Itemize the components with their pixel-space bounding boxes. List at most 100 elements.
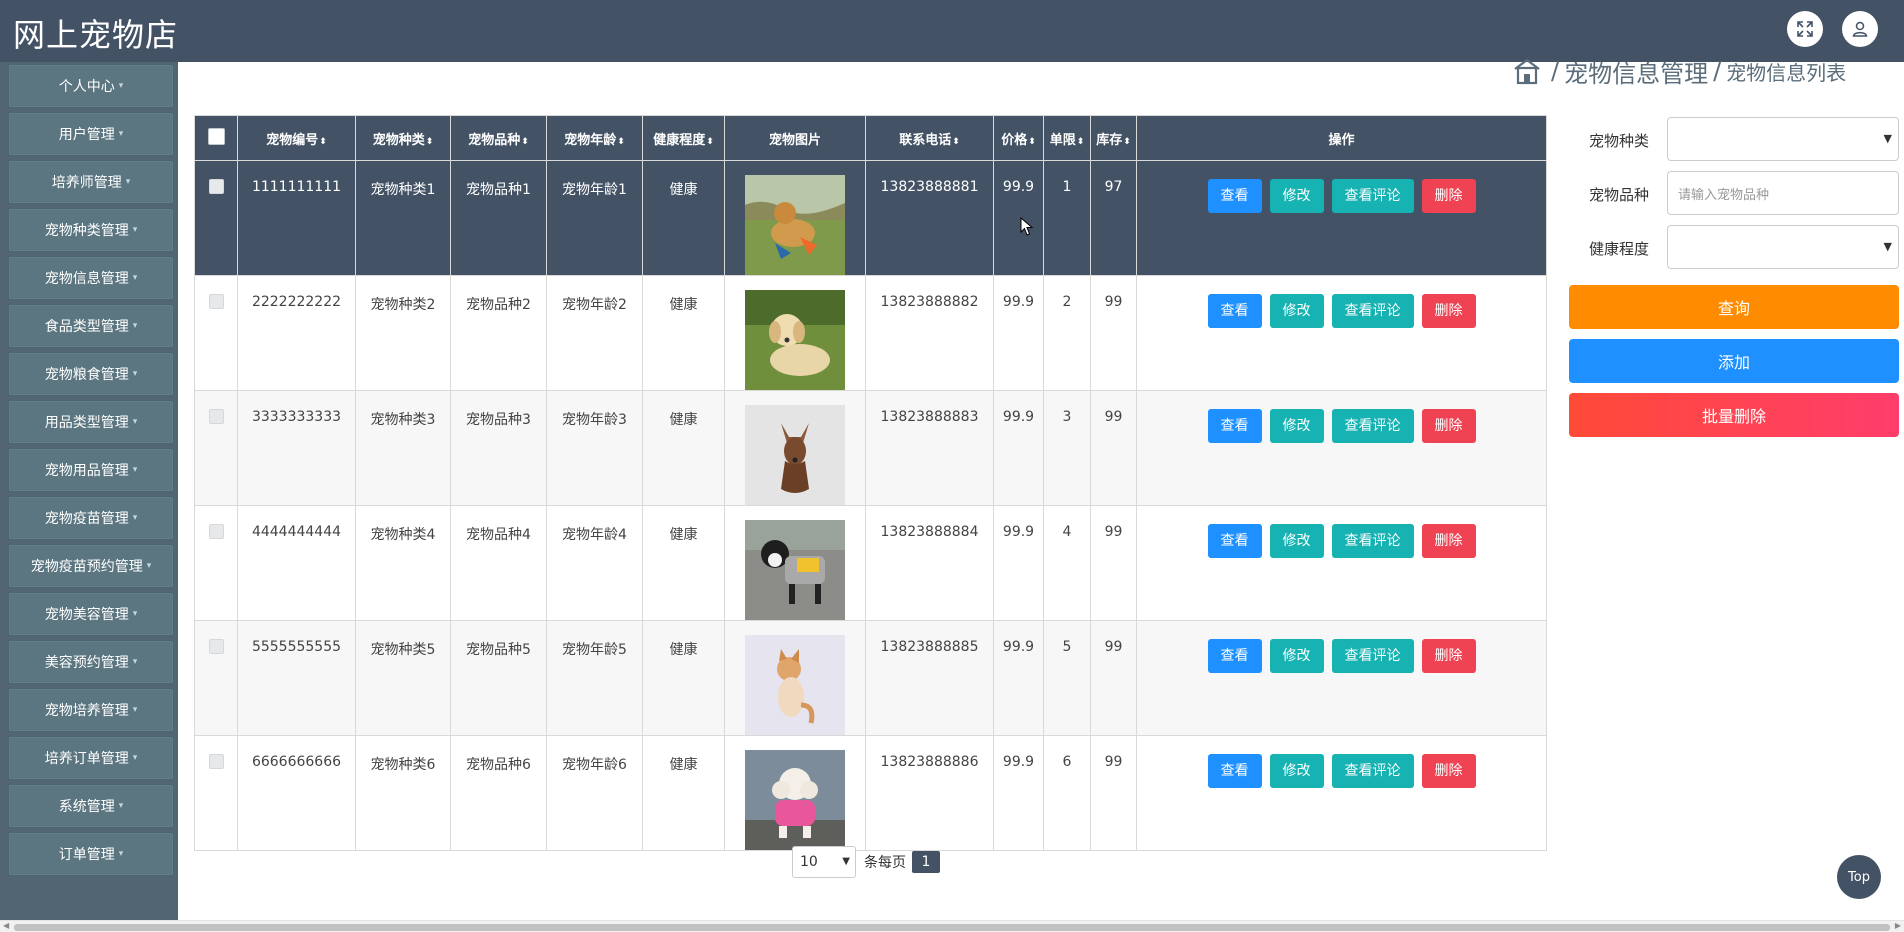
sidebar-item-users[interactable]: 用户管理 ▾	[8, 112, 174, 156]
view-button[interactable]: 查看	[1207, 409, 1262, 443]
cell-price: 99.9	[993, 390, 1044, 506]
header-kind[interactable]: 宠物种类⬍	[355, 115, 451, 161]
caret-down-icon: ▾	[118, 81, 124, 91]
sidebar: 个人中心 ▾ 用户管理 ▾ 培养师管理 ▾ 宠物种类管理 ▾ 宠物信息管理 ▾ 食品类型管…	[0, 62, 178, 920]
header-phone[interactable]: 联系电话⬍	[865, 115, 994, 161]
sidebar-item-training-orders[interactable]: 培养订单管理 ▾	[8, 736, 174, 780]
sidebar-item-system[interactable]: 系统管理 ▾	[8, 784, 174, 828]
view-button[interactable]: 查看	[1207, 294, 1262, 328]
header-id[interactable]: 宠物编号⬍	[237, 115, 356, 161]
delete-button[interactable]: 删除	[1421, 179, 1476, 213]
select-all-checkbox[interactable]	[207, 127, 225, 145]
breadcrumb-level1[interactable]: 宠物信息管理	[1564, 54, 1708, 89]
view-button[interactable]: 查看	[1207, 754, 1262, 788]
view-comments-button[interactable]: 查看评论	[1331, 524, 1414, 558]
view-comments-button[interactable]: 查看评论	[1331, 179, 1414, 213]
sidebar-item-orders[interactable]: 订单管理 ▾	[8, 832, 174, 876]
caret-down-icon: ▾	[146, 561, 152, 571]
edit-button[interactable]: 修改	[1269, 639, 1324, 673]
view-button[interactable]: 查看	[1207, 179, 1262, 213]
sidebar-item-personal-center[interactable]: 个人中心 ▾	[8, 64, 174, 108]
back-to-top-button[interactable]: Top	[1837, 855, 1881, 899]
header-limit[interactable]: 单限⬍	[1043, 115, 1091, 161]
header-price[interactable]: 价格⬍	[993, 115, 1044, 161]
view-comments-button[interactable]: 查看评论	[1331, 639, 1414, 673]
cell-age: 宠物年龄6	[546, 735, 643, 851]
table-row[interactable]: 1111111111 宠物种类1 宠物品种1 宠物年龄1 健康 13823888…	[194, 160, 1547, 276]
health-filter-select[interactable]: ▼	[1667, 225, 1899, 269]
sort-icon: ⬍	[1123, 136, 1131, 147]
sidebar-item-grooming[interactable]: 宠物美容管理 ▾	[8, 592, 174, 636]
edit-button[interactable]: 修改	[1269, 754, 1324, 788]
sidebar-item-vaccine-booking[interactable]: 宠物疫苗预约管理 ▾	[8, 544, 174, 588]
cell-breed: 宠物品种6	[450, 735, 547, 851]
header-stock[interactable]: 库存⬍	[1090, 115, 1137, 161]
table-row[interactable]: 3333333333 宠物种类3 宠物品种3 宠物年龄3 健康 13823888…	[194, 390, 1547, 506]
sidebar-item-pet-info[interactable]: 宠物信息管理 ▾	[8, 256, 174, 300]
sidebar-item-pet-supplies[interactable]: 宠物用品管理 ▾	[8, 448, 174, 492]
breed-search-input[interactable]: 请输入宠物品种	[1667, 171, 1899, 215]
delete-button[interactable]: 删除	[1421, 639, 1476, 673]
scrollbar-thumb[interactable]	[14, 924, 1890, 931]
caret-down-icon: ▾	[132, 513, 138, 523]
fullscreen-button[interactable]	[1787, 11, 1823, 47]
view-comments-button[interactable]: 查看评论	[1331, 754, 1414, 788]
cell-stock: 99	[1090, 275, 1137, 391]
table-row[interactable]: 2222222222 宠物种类2 宠物品种2 宠物年龄2 健康 13823888…	[194, 275, 1547, 391]
cell-age: 宠物年龄2	[546, 275, 643, 391]
delete-button[interactable]: 删除	[1421, 754, 1476, 788]
scroll-left-icon[interactable]: ◀	[3, 921, 9, 930]
home-icon[interactable]	[1512, 57, 1542, 85]
view-button[interactable]: 查看	[1207, 524, 1262, 558]
header-select-all[interactable]	[194, 115, 238, 161]
sidebar-item-vaccines[interactable]: 宠物疫苗管理 ▾	[8, 496, 174, 540]
delete-button[interactable]: 删除	[1421, 524, 1476, 558]
sidebar-item-grooming-booking[interactable]: 美容预约管理 ▾	[8, 640, 174, 684]
cell-id: 4444444444	[237, 505, 356, 621]
row-checkbox[interactable]	[208, 639, 224, 654]
cell-breed: 宠物品种3	[450, 390, 547, 506]
edit-button[interactable]: 修改	[1269, 524, 1324, 558]
header-breed[interactable]: 宠物品种⬍	[450, 115, 547, 161]
scroll-right-icon[interactable]: ▶	[1895, 921, 1901, 930]
page-number-current[interactable]: 1	[912, 851, 940, 873]
add-button[interactable]: 添加	[1569, 339, 1899, 383]
cell-id: 3333333333	[237, 390, 356, 506]
page-size-select[interactable]: 10 ▼	[792, 846, 856, 878]
row-checkbox[interactable]	[208, 179, 224, 194]
delete-button[interactable]: 删除	[1421, 409, 1476, 443]
cell-stock: 99	[1090, 390, 1137, 506]
view-comments-button[interactable]: 查看评论	[1331, 294, 1414, 328]
edit-button[interactable]: 修改	[1269, 179, 1324, 213]
row-checkbox[interactable]	[208, 754, 224, 769]
view-button[interactable]: 查看	[1207, 639, 1262, 673]
header-age[interactable]: 宠物年龄⬍	[546, 115, 643, 161]
delete-button[interactable]: 删除	[1421, 294, 1476, 328]
row-checkbox[interactable]	[208, 294, 224, 309]
edit-button[interactable]: 修改	[1269, 294, 1324, 328]
cell-age: 宠物年龄1	[546, 160, 643, 276]
horizontal-scrollbar[interactable]: ◀ ▶	[0, 920, 1904, 932]
row-checkbox[interactable]	[208, 409, 224, 424]
mouse-cursor-icon	[1020, 217, 1034, 236]
search-button[interactable]: 查询	[1569, 285, 1899, 329]
sidebar-item-pet-kinds[interactable]: 宠物种类管理 ▾	[8, 208, 174, 252]
view-comments-button[interactable]: 查看评论	[1331, 409, 1414, 443]
cell-stock: 97	[1090, 160, 1137, 276]
sidebar-item-supply-types[interactable]: 用品类型管理 ▾	[8, 400, 174, 444]
cell-health: 健康	[642, 160, 725, 276]
batch-delete-button[interactable]: 批量删除	[1569, 393, 1899, 437]
sidebar-item-pet-food[interactable]: 宠物粮食管理 ▾	[8, 352, 174, 396]
sidebar-item-pet-training[interactable]: 宠物培养管理 ▾	[8, 688, 174, 732]
kind-filter-select[interactable]: ▼	[1667, 117, 1899, 161]
sidebar-item-food-types[interactable]: 食品类型管理 ▾	[8, 304, 174, 348]
cell-limit: 2	[1043, 275, 1091, 391]
table-row[interactable]: 5555555555 宠物种类5 宠物品种5 宠物年龄5 健康 13823888…	[194, 620, 1547, 736]
table-row[interactable]: 6666666666 宠物种类6 宠物品种6 宠物年龄6 健康 13823888…	[194, 735, 1547, 851]
row-checkbox[interactable]	[208, 524, 224, 539]
sidebar-item-trainers[interactable]: 培养师管理 ▾	[8, 160, 174, 204]
header-health[interactable]: 健康程度⬍	[642, 115, 725, 161]
user-menu-button[interactable]	[1842, 11, 1878, 47]
table-row[interactable]: 4444444444 宠物种类4 宠物品种4 宠物年龄4 健康 13823888…	[194, 505, 1547, 621]
edit-button[interactable]: 修改	[1269, 409, 1324, 443]
